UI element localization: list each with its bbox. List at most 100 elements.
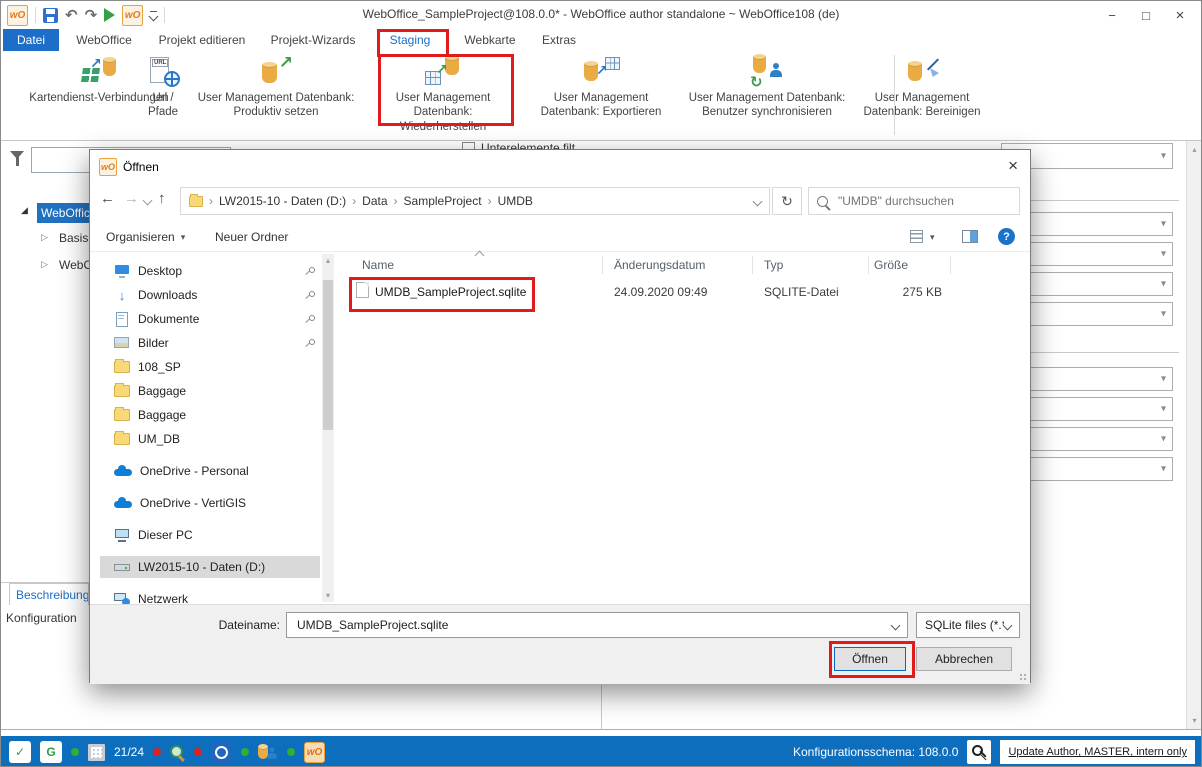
tab-label: Beschreibung	[16, 588, 89, 602]
maximize-icon[interactable]: □	[1129, 1, 1163, 29]
tab-projekt-editieren[interactable]: Projekt editieren	[149, 29, 255, 51]
back-icon[interactable]: ←	[100, 190, 115, 207]
filename-input[interactable]	[295, 617, 892, 633]
refresh-icon[interactable]: ↻	[772, 187, 802, 215]
user-database-icon[interactable]	[258, 743, 278, 761]
breadcrumb-item-drive[interactable]: LW2015-10 - Daten (D:)	[219, 194, 346, 208]
ribbon-button-umdb-exportieren[interactable]: ↗ User Management Datenbank: Exportieren	[537, 55, 665, 133]
dropdown-icon[interactable]	[891, 620, 901, 630]
minimize-icon[interactable]: −	[1095, 1, 1129, 29]
close-icon[interactable]: ×	[1163, 1, 1197, 29]
column-separator[interactable]	[752, 256, 753, 274]
pin-icon	[304, 338, 314, 348]
tab-label: Konfiguration	[6, 611, 77, 625]
tab-webkarte[interactable]: Webkarte	[453, 29, 527, 51]
sidebar-scrollbar[interactable]: ▴ ▾	[322, 254, 334, 602]
column-separator[interactable]	[602, 256, 603, 274]
breadcrumb-item-umdb[interactable]: UMDB	[498, 194, 533, 208]
view-dropdown-icon[interactable]: ▾	[930, 232, 935, 243]
sidebar-item-baggage-2[interactable]: Baggage	[100, 404, 320, 426]
sidebar-item-baggage[interactable]: Baggage	[100, 380, 320, 402]
arcgis-icon[interactable]	[211, 742, 232, 763]
database-arrow-icon: ↗	[253, 55, 299, 89]
recent-locations-icon[interactable]	[143, 196, 153, 206]
tab-projekt-wizards[interactable]: Projekt-Wizards	[261, 29, 365, 51]
column-header-type[interactable]: Typ	[764, 258, 783, 272]
weboffice-service-icon[interactable]: wO	[304, 742, 325, 763]
organize-menu[interactable]: Organisieren ▾	[106, 230, 185, 244]
new-folder-button[interactable]: Neuer Ordner	[215, 230, 288, 244]
breadcrumb-item-data[interactable]: Data	[362, 194, 387, 208]
view-options-icon[interactable]	[910, 230, 923, 243]
sort-ascending-icon[interactable]	[475, 251, 485, 261]
tree-expander-expanded-icon[interactable]: ◢	[21, 205, 28, 216]
breadcrumb-separator: ›	[209, 194, 213, 208]
status-dot-green	[287, 748, 295, 756]
sidebar-item-onedrive-personal[interactable]: OneDrive - Personal	[100, 460, 320, 482]
window-scrollbar[interactable]: ▴ ▾	[1186, 141, 1202, 729]
status-dot-green	[241, 748, 249, 756]
redo-icon[interactable]: ↷	[85, 8, 98, 23]
breadcrumb-dropdown-icon[interactable]	[753, 196, 763, 206]
ribbon-button-umdb-bereinigen[interactable]: User Management Datenbank: Bereinigen	[849, 55, 995, 133]
search-input[interactable]	[836, 193, 1011, 209]
dropdown-icon: ▾	[181, 232, 186, 243]
sidebar-item-desktop[interactable]: Desktop	[100, 260, 320, 282]
save-icon[interactable]	[43, 8, 58, 23]
ribbon-button-url-pfade[interactable]: URL Url / Pfade	[139, 55, 187, 133]
sidebar-item-dieser-pc[interactable]: Dieser PC	[100, 524, 320, 546]
key-icon[interactable]	[967, 740, 991, 764]
divider	[1, 729, 1202, 730]
run-icon[interactable]	[104, 8, 115, 22]
search-box[interactable]	[808, 187, 1020, 215]
filetype-select[interactable]: SQLite files (*.*)	[916, 612, 1020, 638]
sidebar-item-dokumente[interactable]: Dokumente	[100, 308, 320, 330]
sidebar-item-downloads[interactable]: ↓ Downloads	[100, 284, 320, 306]
resize-grip[interactable]	[1019, 673, 1027, 681]
column-header-modified[interactable]: Änderungsdatum	[614, 258, 705, 272]
update-author-button[interactable]: Update Author, MASTER, intern only	[1000, 740, 1195, 764]
ribbon-button-umdb-produktiv-setzen[interactable]: ↗ User Management Datenbank: Produktiv s…	[191, 55, 361, 133]
sync-status-icon[interactable]: G	[40, 741, 62, 763]
ribbon-button-umdb-benutzer-synchronisieren[interactable]: ↻ User Management Datenbank: Benutzer sy…	[677, 55, 857, 133]
dialog-close-icon[interactable]: ×	[1008, 156, 1018, 176]
ribbon-button-umdb-wiederherstellen[interactable]: ↗ User Management Datenbank: Wiederherst…	[381, 55, 505, 133]
column-header-size[interactable]: Größe	[874, 258, 908, 272]
file-name[interactable]: UMDB_SampleProject.sqlite	[375, 285, 526, 299]
table-database-restore-icon: ↗	[420, 55, 466, 89]
drive-icon	[114, 560, 130, 574]
sidebar-item-bilder[interactable]: Bilder	[100, 332, 320, 354]
help-icon[interactable]: ?	[998, 228, 1015, 245]
tab-datei[interactable]: Datei	[3, 29, 59, 51]
tree-expander-collapsed-icon[interactable]: ▷	[41, 232, 48, 243]
sidebar-item-onedrive-vertigis[interactable]: OneDrive - VertiGIS	[100, 492, 320, 514]
tab-extras[interactable]: Extras	[533, 29, 585, 51]
open-button[interactable]: Öffnen	[834, 647, 906, 671]
filename-combobox[interactable]	[286, 612, 908, 638]
search-service-icon[interactable]	[170, 745, 185, 760]
cancel-button[interactable]: Abbrechen	[916, 647, 1012, 671]
tab-konfiguration[interactable]: Konfiguration	[6, 611, 89, 627]
sidebar-item-108-sp[interactable]: 108_SP	[100, 356, 320, 378]
breadcrumb[interactable]: › LW2015-10 - Daten (D:) › Data › Sample…	[180, 187, 770, 215]
tab-staging[interactable]: Staging	[379, 29, 441, 51]
tree-item-basis[interactable]: Basis	[59, 231, 88, 245]
window-title: WebOffice_SampleProject@108.0.0* - WebOf…	[301, 7, 901, 21]
search-icon	[817, 196, 828, 207]
column-separator[interactable]	[868, 256, 869, 274]
weboffice-icon[interactable]: wO	[122, 5, 143, 26]
preview-pane-icon[interactable]	[962, 230, 978, 243]
up-icon[interactable]: ↑	[158, 190, 166, 207]
customize-quick-access-icon[interactable]	[150, 11, 157, 20]
column-separator[interactable]	[950, 256, 951, 274]
undo-icon[interactable]: ↶	[65, 8, 78, 23]
breadcrumb-item-sampleproject[interactable]: SampleProject	[404, 194, 482, 208]
column-header-name[interactable]: Name	[362, 258, 394, 272]
tree-expander-collapsed-icon[interactable]: ▷	[41, 259, 48, 270]
sidebar-item-lw2015-drive[interactable]: LW2015-10 - Daten (D:)	[100, 556, 320, 578]
sidebar-item-um-db[interactable]: UM_DB	[100, 428, 320, 450]
validation-icon[interactable]: ✓	[9, 741, 31, 763]
server-icon[interactable]	[88, 744, 105, 761]
tab-weboffice[interactable]: WebOffice	[65, 29, 143, 51]
tab-beschreibung[interactable]: Beschreibung	[9, 583, 89, 605]
